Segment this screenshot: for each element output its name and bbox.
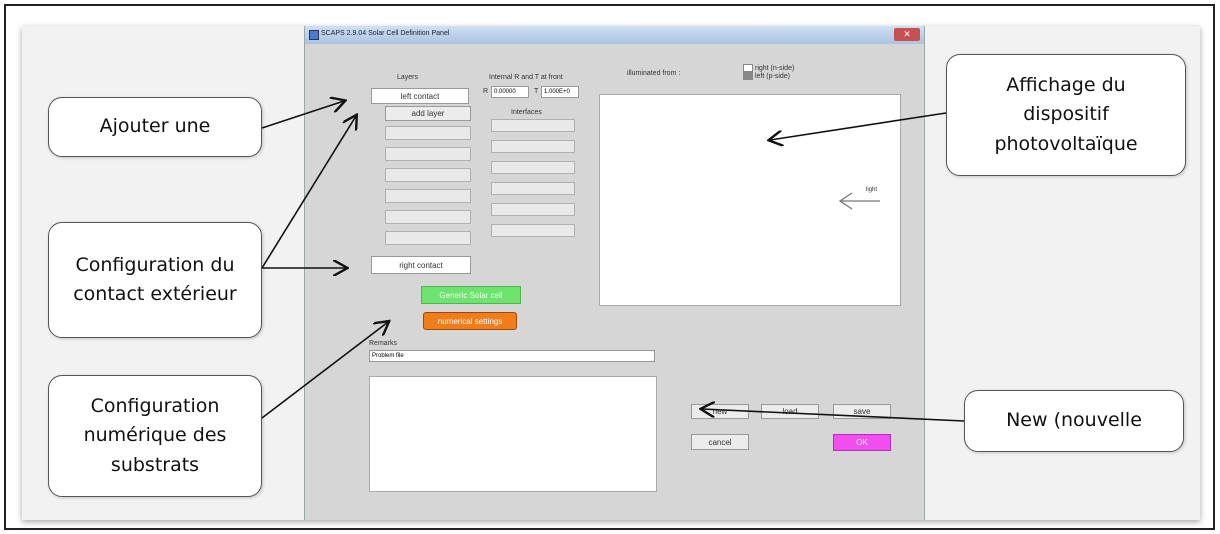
arrow-new [702,409,965,422]
arrow-numeric [261,322,388,419]
annotation-arrows [261,0,965,422]
arrow-display [770,112,947,140]
arrow-contact-left [261,116,356,269]
arrow-add [261,101,344,129]
